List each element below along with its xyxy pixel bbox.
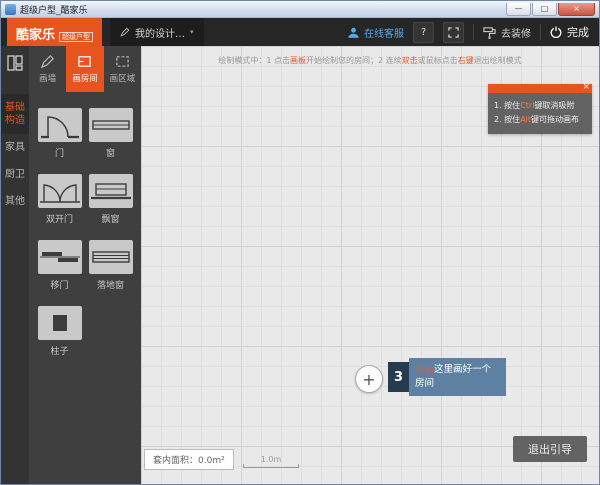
component-label: 双开门 [46, 212, 73, 225]
draw-mode-instruction: 绘制模式中：1 点击画板开始绘制您的房间；2 连续双击或鼠标点击右键退出绘制模式 [218, 55, 521, 66]
component-door[interactable]: 门 [37, 108, 82, 159]
mode-label: 画房间 [72, 72, 98, 84]
help-icon: ? [421, 27, 426, 38]
category-tab-other[interactable]: 其他 [1, 188, 29, 215]
shortcut-tip-box: × 1. 按住Ctrl键取消吸附 2. 按住Alt键可拖动画布 [488, 84, 592, 134]
my-design-menu[interactable]: 我的设计… ▾ [110, 18, 204, 46]
exit-guide-button[interactable]: 退出引导 [513, 436, 587, 462]
category-tab-kitchen-bath[interactable]: 厨卫 [1, 161, 29, 188]
mode-draw-area[interactable]: 画区域 [104, 46, 141, 92]
mode-draw-wall[interactable]: 画墙 [29, 46, 66, 92]
close-icon[interactable]: × [582, 82, 590, 93]
bay-window-icon [89, 174, 133, 208]
floorplan-library-icon[interactable] [1, 46, 29, 80]
component-double-door[interactable]: 双开门 [37, 174, 82, 225]
sliding-door-icon [38, 240, 82, 274]
component-pillar[interactable]: 柱子 [37, 306, 82, 357]
product-badge: 超级户型 [59, 32, 93, 42]
component-label: 落地窗 [97, 278, 124, 291]
tip-line-alt: 2. 按住Alt键可拖动画布 [494, 113, 586, 127]
double-door-icon [38, 174, 82, 208]
draw-room-icon [77, 54, 92, 69]
person-icon [347, 26, 360, 39]
scale-indicator: 1.0m [243, 455, 299, 468]
component-floor-window[interactable]: 落地窗 [88, 240, 133, 291]
draw-wall-icon [40, 54, 55, 69]
go-decorate-button[interactable]: 去装修 [483, 25, 531, 40]
draw-area-icon [115, 54, 130, 69]
app-header: 酷家乐 超级户型 我的设计… ▾ 在线客服 ? [1, 18, 599, 46]
titlebar: 超级户型_酷家乐 — □ × [1, 1, 599, 18]
guide-target-circle[interactable]: + [355, 365, 383, 393]
component-label: 门 [55, 146, 64, 159]
component-label: 窗 [106, 146, 115, 159]
inner-area-readout: 套内面积：0.0m² [144, 449, 234, 470]
component-label: 飘窗 [101, 212, 119, 225]
window-title: 超级户型_酷家乐 [20, 3, 88, 16]
door-icon [38, 108, 82, 142]
mode-label: 画墙 [39, 72, 56, 84]
plus-icon: + [362, 370, 375, 389]
area-label: 套内面积： [153, 456, 198, 466]
window-icon [89, 108, 133, 142]
pillar-icon [38, 306, 82, 340]
mode-draw-room[interactable]: 画房间 [66, 46, 103, 92]
component-window[interactable]: 窗 [88, 108, 133, 159]
close-button[interactable]: × [558, 3, 595, 16]
online-service-button[interactable]: 在线客服 [347, 25, 404, 40]
maximize-button[interactable]: □ [532, 3, 557, 16]
fullscreen-icon [448, 27, 459, 38]
tip-line-ctrl: 1. 按住Ctrl键取消吸附 [494, 99, 586, 113]
guide-step-badge: 3 [388, 362, 409, 392]
header-divider [473, 24, 474, 40]
tool-panel: 画墙 画房间 画区域 门 [29, 46, 141, 484]
chevron-down-icon: ▾ [190, 28, 194, 36]
drawing-canvas[interactable]: 绘制模式中：1 点击画板开始绘制您的房间；2 连续双击或鼠标点击右键退出绘制模式… [141, 46, 599, 484]
scale-label: 1.0m [243, 455, 299, 464]
component-grid: 门 窗 双开门 飘窗 [29, 92, 141, 357]
power-icon [550, 26, 562, 38]
edit-icon [120, 27, 130, 37]
tip-header: × [488, 84, 592, 93]
category-tab-basic-structure[interactable]: 基础构造 [1, 94, 29, 134]
online-service-label: 在线客服 [364, 25, 404, 40]
mode-label: 画区域 [110, 72, 136, 84]
component-sliding-door[interactable]: 移门 [37, 240, 82, 291]
component-bay-window[interactable]: 飘窗 [88, 174, 133, 225]
go-decorate-label: 去装修 [501, 25, 531, 40]
my-design-label: 我的设计… [135, 25, 185, 40]
category-rail: 基础构造 家具 厨卫 其他 [1, 46, 29, 484]
app-icon [5, 4, 16, 15]
scale-ruler [243, 464, 299, 468]
category-tab-furniture[interactable]: 家具 [1, 134, 29, 161]
minimize-button[interactable]: — [506, 3, 531, 16]
app-window: 超级户型_酷家乐 — □ × 酷家乐 超级户型 我的设计… ▾ 在线客服 [0, 0, 600, 485]
brand-name: 酷家乐 [16, 29, 55, 42]
floor-window-icon [89, 240, 133, 274]
help-button[interactable]: ? [413, 22, 434, 43]
component-label: 柱子 [50, 344, 68, 357]
guide-tooltip: 点击这里画好一个房间 [409, 358, 506, 396]
finish-label: 完成 [567, 24, 589, 40]
header-divider [540, 24, 541, 40]
brand-logo: 酷家乐 超级户型 [7, 18, 102, 46]
component-label: 移门 [50, 278, 68, 291]
fullscreen-button[interactable] [443, 22, 464, 43]
paint-roller-icon [483, 26, 496, 39]
area-value: 0.0m² [198, 456, 225, 466]
finish-button[interactable]: 完成 [550, 24, 589, 40]
draw-mode-tabs: 画墙 画房间 画区域 [29, 46, 141, 92]
